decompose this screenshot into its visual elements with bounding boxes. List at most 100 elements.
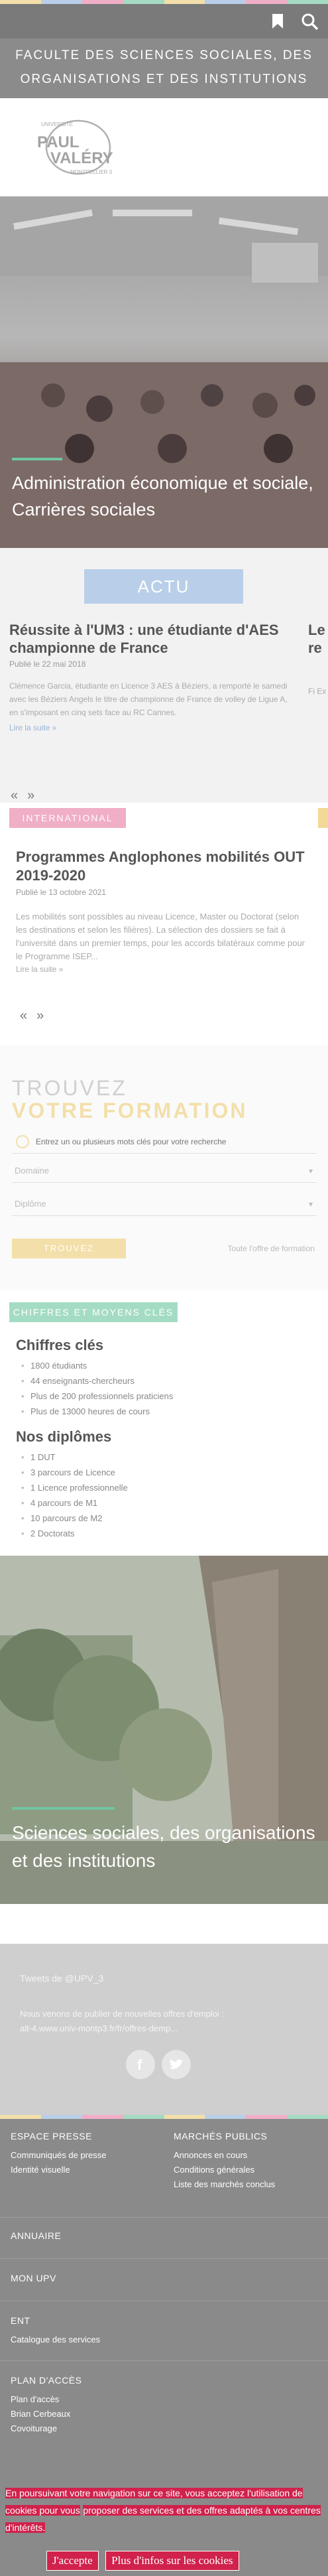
footer-heading[interactable]: ESPACE PRESSE: [11, 2131, 163, 2141]
tweet-text: Nous venons de publier de nouvelles offr…: [20, 2009, 224, 2019]
international-section: INTERNATIONAL Programmes Anglophones mob…: [0, 803, 328, 1042]
search-title-line1: TROUVEZ: [12, 1076, 127, 1100]
spacer: [0, 1904, 328, 1944]
footer-link[interactable]: Catalogue des services: [11, 2333, 322, 2347]
news-date: Publié le 22 mai 2018: [9, 659, 86, 669]
search-icon[interactable]: [300, 12, 319, 31]
logo-area: UNIVERSITÉ PAUL VALÉRY MONTPELLIER 3: [0, 98, 328, 196]
footer-marches-publics: MARCHÉS PUBLICS Annonces en cours Condit…: [174, 2131, 319, 2192]
footer-link[interactable]: Communiqués de presse: [11, 2148, 163, 2163]
international-date: Publié le 13 octobre 2021: [16, 888, 107, 897]
caption-accent-bar: [12, 458, 62, 460]
list-item: 4 parcours de M1: [21, 1495, 307, 1511]
all-formations-link[interactable]: Toute l'offre de formation: [228, 1244, 315, 1253]
news-excerpt: Clémence Garcia, étudiante en Licence 3 …: [9, 681, 288, 717]
logo-text-valery: VALÉRY: [50, 149, 113, 167]
hero-caption-text: Administration économique et sociale, Ca…: [12, 473, 313, 519]
svg-text:f: f: [137, 2057, 142, 2073]
footer-link[interactable]: Liste des marchés conclus: [174, 2177, 319, 2192]
actu-next-button[interactable]: »: [27, 788, 34, 803]
footer-divider: [0, 2258, 328, 2259]
formation-search-section: TROUVEZ VOTRE FORMATION Domaine ▾ Diplôm…: [0, 1045, 328, 1290]
footer-link[interactable]: Plan d'accès: [11, 2392, 322, 2407]
footer-link[interactable]: Brian Cerbeaux: [11, 2407, 322, 2421]
promo-banner[interactable]: Sciences sociales, des organisations et …: [0, 1556, 328, 1904]
logo-text-bottom: MONTPELLIER 3: [70, 169, 113, 175]
tweets-label[interactable]: Tweets de @UPV_3: [20, 1973, 103, 1984]
footer-link[interactable]: Covoiturage: [11, 2421, 322, 2436]
list-item: 10 parcours de M2: [21, 1511, 307, 1526]
twitter-icon[interactable]: [162, 2050, 191, 2079]
footer-espace-presse: ESPACE PRESSE Communiqués de presse Iden…: [11, 2131, 163, 2177]
footer-divider: [0, 2360, 328, 2361]
hero-banner[interactable]: Administration économique et sociale, Ca…: [0, 196, 328, 548]
footer-link[interactable]: Conditions générales: [174, 2163, 319, 2177]
footer-heading[interactable]: ANNUAIRE: [11, 2230, 322, 2241]
keyword-input[interactable]: [34, 1134, 300, 1150]
diploma-select-label: Diplôme: [15, 1199, 46, 1209]
footer-mon-upv: MON UPV: [11, 2273, 322, 2290]
news-card[interactable]: Réussite à l'UM3 : une étudiante d'AES c…: [9, 621, 288, 732]
formation-search-title: TROUVEZ VOTRE FORMATION: [12, 1077, 248, 1122]
find-formation-button[interactable]: TROUVEZ: [12, 1239, 126, 1258]
list-item: 1 DUT: [21, 1450, 307, 1465]
faculty-banner: Faculte des sciences sociales, des organ…: [0, 38, 328, 98]
social-section: Tweets de @UPV_3 Nous venons de publier …: [0, 1944, 328, 2115]
footer-heading[interactable]: MON UPV: [11, 2273, 322, 2283]
chevron-down-icon: ▾: [308, 1199, 313, 1209]
footer-plan: PLAN D'ACCÈS Plan d'accès Brian Cerbeaux…: [11, 2375, 322, 2436]
promo-caption-text: Sciences sociales, des organisations et …: [12, 1822, 315, 1871]
cookie-buttons: J'accepte Plus d'infos sur les cookies: [46, 2551, 243, 2571]
promo-caption: Sciences sociales, des organisations et …: [12, 1807, 323, 1875]
international-excerpt: Les mobilités sont possibles au niveau L…: [16, 912, 305, 961]
keyword-field[interactable]: [12, 1130, 317, 1154]
list-item: 2 Doctorats: [21, 1526, 307, 1541]
diplomas-title: Nos diplômes: [16, 1428, 112, 1445]
footer-heading[interactable]: ENT: [11, 2315, 322, 2326]
actu-section: ACTU Réussite à l'UM3 : une étudiante d'…: [0, 548, 328, 813]
list-item: 3 parcours de Licence: [21, 1465, 307, 1480]
cookie-banner: En poursuivant votre navigation sur ce s…: [0, 2476, 328, 2576]
footer-link[interactable]: Identité visuelle: [11, 2163, 163, 2177]
accept-cookies-button[interactable]: J'accepte: [46, 2551, 99, 2571]
footer-heading[interactable]: MARCHÉS PUBLICS: [174, 2131, 319, 2141]
news-peek-title: Le re: [308, 622, 325, 656]
list-item: 1800 étudiants: [21, 1358, 307, 1373]
radio-icon[interactable]: [16, 1135, 29, 1148]
international-prev-button[interactable]: «: [20, 1008, 27, 1023]
diploma-select[interactable]: Diplôme ▾: [12, 1192, 317, 1216]
caption-accent-bar: [12, 1807, 115, 1810]
footer-heading[interactable]: PLAN D'ACCÈS: [11, 2375, 322, 2386]
diplomas-list: 1 DUT 3 parcours de Licence 1 Licence pr…: [16, 1450, 307, 1541]
cookie-info-button[interactable]: Plus d'infos sur les cookies: [105, 2551, 239, 2571]
next-tag-peek[interactable]: [318, 808, 328, 828]
news-read-more-link[interactable]: Lire la suite »: [9, 723, 288, 732]
news-card-next-peek[interactable]: Le re Fi Ex: [308, 621, 328, 698]
footer-ent: ENT Catalogue des services: [11, 2315, 322, 2347]
key-figures-section: CHIFFRES ET MOYENS CLÉS Chiffres clés 18…: [0, 1290, 328, 1556]
international-read-more-link[interactable]: Lire la suite »: [16, 965, 307, 974]
international-tag[interactable]: INTERNATIONAL: [9, 808, 126, 828]
footer-divider: [0, 2217, 328, 2218]
footer-link[interactable]: Annonces en cours: [174, 2148, 319, 2163]
search-title-line2: VOTRE FORMATION: [12, 1099, 248, 1122]
list-item: 1 Licence professionnelle: [21, 1480, 307, 1495]
facebook-icon[interactable]: f: [126, 2050, 155, 2079]
key-figures-content: Chiffres clés 1800 étudiants 44 enseigna…: [16, 1337, 307, 1550]
list-item: 44 enseignants-chercheurs: [21, 1373, 307, 1389]
tweet-link[interactable]: alt-4.www.univ-montp3.fr/fr/offres-demp.…: [20, 2023, 178, 2033]
international-next-button[interactable]: »: [36, 1008, 44, 1023]
faculty-name-line1: Faculte des sciences sociales, des: [15, 48, 313, 62]
chevron-down-icon: ▾: [308, 1166, 313, 1176]
news-title[interactable]: Réussite à l'UM3 : une étudiante d'AES c…: [9, 621, 288, 657]
key-figures-title: Chiffres clés: [16, 1337, 104, 1353]
international-card[interactable]: Programmes Anglophones mobilités OUT 201…: [16, 848, 307, 974]
actu-prev-button[interactable]: «: [11, 788, 18, 803]
faculty-name-line2: organisations et des institutions: [20, 72, 308, 86]
bookmark-icon[interactable]: [268, 12, 287, 31]
hero-caption: Administration économique et sociale, Ca…: [12, 458, 317, 523]
actu-pager: «»: [11, 788, 44, 803]
university-logo[interactable]: UNIVERSITÉ PAUL VALÉRY MONTPELLIER 3: [30, 113, 123, 179]
domain-select[interactable]: Domaine ▾: [12, 1159, 317, 1183]
international-title[interactable]: Programmes Anglophones mobilités OUT 201…: [16, 848, 307, 885]
